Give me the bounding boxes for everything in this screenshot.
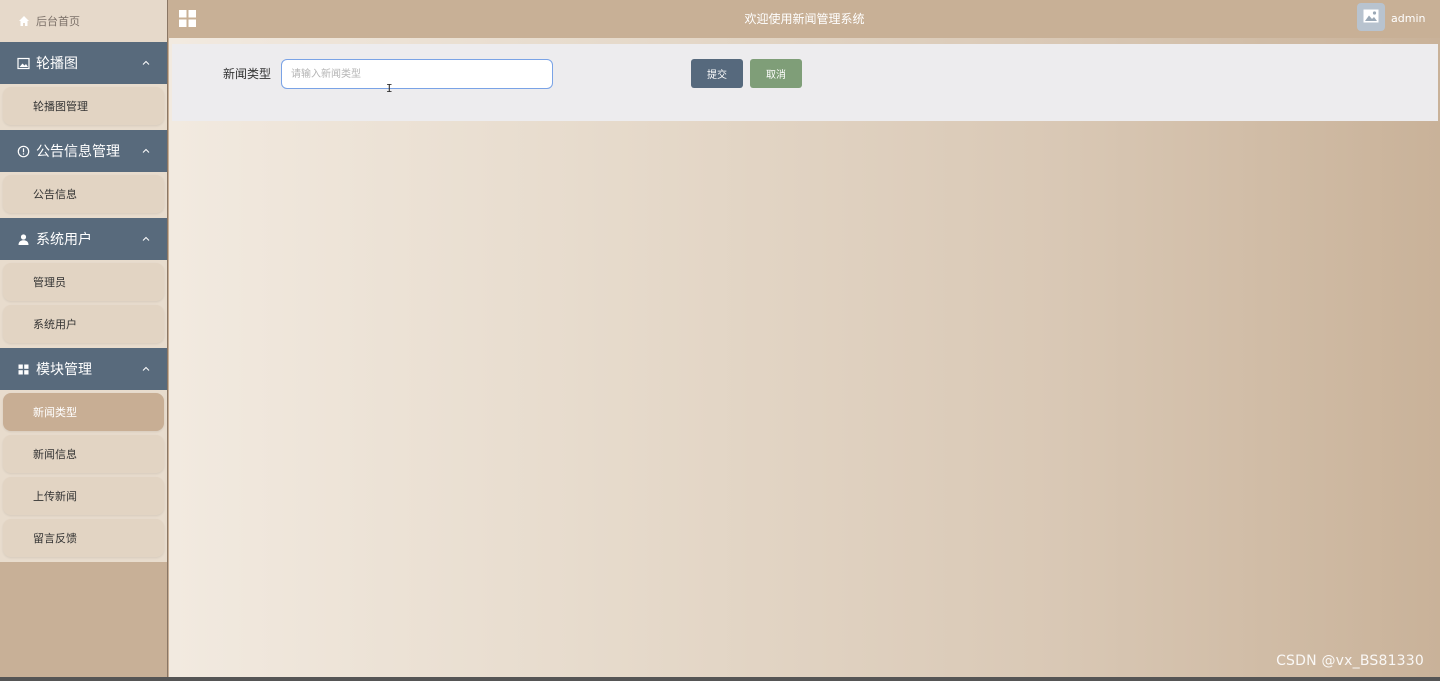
sidebar-item-label: 系统用户 — [33, 318, 77, 331]
image-icon — [17, 57, 30, 70]
sidebar-item-label: 新闻类型 — [33, 406, 77, 419]
text-cursor-icon: I — [386, 82, 393, 95]
info-circle-icon — [17, 145, 30, 158]
sidebar-home-label: 后台首页 — [36, 15, 80, 28]
username[interactable]: admin — [1391, 0, 1425, 38]
chevron-up-icon — [141, 58, 151, 68]
sidebar-item-label: 留言反馈 — [33, 532, 77, 545]
watermark: CSDN @vx_BS81330 — [1276, 653, 1424, 669]
cancel-button[interactable]: 取消 — [750, 59, 802, 88]
sidebar-group-modules[interactable]: 模块管理 — [0, 348, 167, 390]
sidebar-item-label: 新闻信息 — [33, 448, 77, 461]
sidebar-group-label: 系统用户 — [36, 232, 92, 248]
sidebar-item-upload-news[interactable]: 上传新闻 — [3, 477, 164, 515]
sidebar-item-label: 公告信息 — [33, 188, 77, 201]
sidebar-item-label: 管理员 — [33, 276, 66, 289]
sidebar-item-label: 轮播图管理 — [33, 100, 88, 113]
news-type-form: 新闻类型 I 提交 取消 — [172, 44, 1438, 121]
main-content: 新闻类型 I 提交 取消 CSDN @vx_BS81330 — [169, 38, 1440, 677]
sidebar-item-admin[interactable]: 管理员 — [3, 263, 164, 301]
chevron-up-icon — [141, 146, 151, 156]
sidebar-item-news-info[interactable]: 新闻信息 — [3, 435, 164, 473]
sidebar-item-feedback[interactable]: 留言反馈 — [3, 519, 164, 557]
sidebar-item-news-type[interactable]: 新闻类型 — [3, 393, 164, 431]
sidebar-group-body: 管理员 系统用户 — [0, 260, 167, 348]
sidebar-item-label: 上传新闻 — [33, 490, 77, 503]
page-title: 欢迎使用新闻管理系统 — [744, 12, 865, 26]
sidebar-group-announcement[interactable]: 公告信息管理 — [0, 130, 167, 172]
home-icon — [18, 15, 30, 27]
sidebar-group-body: 轮播图管理 — [0, 84, 167, 130]
news-type-label: 新闻类型 — [223, 67, 272, 81]
sidebar-item-carousel-manage[interactable]: 轮播图管理 — [3, 87, 164, 125]
top-bar: 欢迎使用新闻管理系统 admin — [169, 0, 1440, 38]
sidebar-group-carousel[interactable]: 轮播图 — [0, 42, 167, 84]
bottom-edge — [0, 677, 1440, 681]
sidebar-item-announcement[interactable]: 公告信息 — [3, 175, 164, 213]
sidebar-home-link[interactable]: 后台首页 — [0, 0, 167, 42]
user-icon — [17, 233, 30, 246]
sidebar-group-body: 新闻类型 新闻信息 上传新闻 留言反馈 — [0, 390, 167, 562]
sidebar: 后台首页 轮播图 轮播图管理 公告信息管理 公告信息 系统用户 管理员 系统用户… — [0, 0, 168, 677]
news-type-input[interactable] — [281, 59, 553, 89]
sidebar-group-label: 公告信息管理 — [36, 144, 120, 160]
avatar[interactable] — [1357, 3, 1385, 31]
grid-icon — [17, 363, 30, 376]
chevron-up-icon — [141, 364, 151, 374]
sidebar-group-users[interactable]: 系统用户 — [0, 218, 167, 260]
chevron-up-icon — [141, 234, 151, 244]
sidebar-item-system-users[interactable]: 系统用户 — [3, 305, 164, 343]
submit-button[interactable]: 提交 — [691, 59, 743, 88]
sidebar-group-label: 模块管理 — [36, 362, 92, 378]
sidebar-group-body: 公告信息 — [0, 172, 167, 218]
avatar-image-icon — [1363, 8, 1379, 27]
sidebar-group-label: 轮播图 — [36, 56, 78, 72]
